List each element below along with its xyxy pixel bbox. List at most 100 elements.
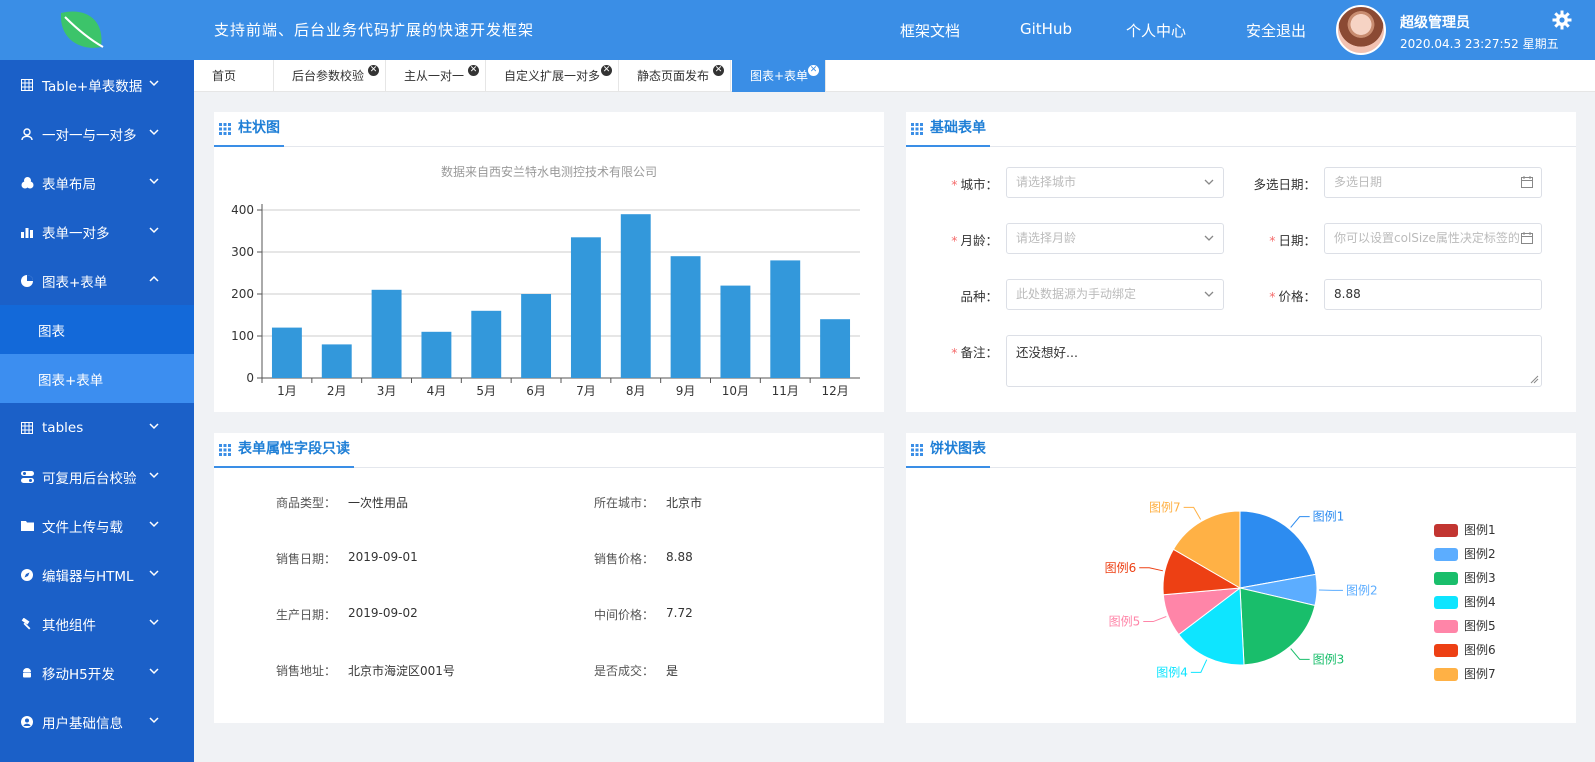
pie-chart-panel: 饼状图表 图例1 图例2 图例3 图例4 图例5 图例6 图例7 图例1 图例2 图例3 图例4 图…	[906, 433, 1576, 723]
header-slogan: 支持前端、后台业务代码扩展的快速开发框架	[214, 21, 535, 39]
x-tick-label: 8月	[626, 384, 646, 398]
pie-label-line	[1139, 567, 1164, 572]
ro-value: 8.88	[666, 550, 693, 564]
multi-date-picker[interactable]: 多选日期	[1324, 167, 1542, 198]
ro-value: 2019-09-01	[348, 550, 418, 564]
pie-slice-label: 图例3	[1313, 652, 1345, 666]
sidebar-item-chart-form[interactable]: 图表+表单	[0, 256, 194, 305]
sidebar-item-one-to-many[interactable]: 一对一与一对多	[0, 109, 194, 158]
legend-swatch	[1434, 620, 1458, 633]
sidebar-subitem-chart-form[interactable]: 图表+表单	[0, 354, 194, 403]
basic-form-panel: 基础表单 * 城市： 请选择城市 多选日期： 多选日期 * 月龄： 请选择月龄 * 日…	[906, 112, 1576, 412]
nav-docs-link[interactable]: 框架文档	[900, 20, 960, 41]
sidebar-item-label: Table+单表数据	[42, 78, 143, 95]
compass-icon	[20, 568, 34, 582]
city-label: * 城市：	[951, 177, 998, 192]
pie-label-line	[1290, 516, 1310, 528]
sidebar-item-form-layout[interactable]: 表单布局	[0, 158, 194, 207]
multi-date-label-text: 多选日期：	[1253, 177, 1316, 192]
gear-icon[interactable]	[1552, 10, 1572, 30]
close-icon[interactable]: ✕	[713, 65, 724, 76]
chevron-down-icon	[149, 423, 159, 430]
x-tick-label: 2月	[327, 384, 347, 398]
user-icon	[20, 127, 34, 141]
bar	[770, 260, 801, 378]
sidebar-item-table[interactable]: Table+单表数据	[0, 60, 194, 109]
tab-master-detail[interactable]: 主从一对一 ✕	[386, 60, 486, 92]
sidebar-item-validation[interactable]: 可复用后台校验	[0, 452, 194, 501]
bar	[670, 256, 701, 378]
ro-label: 销售日期：	[276, 552, 337, 566]
sidebar-subitem-chart[interactable]: 图表	[0, 305, 194, 354]
nav-logout-link[interactable]: 安全退出	[1246, 20, 1306, 41]
ro-label: 中间价格：	[594, 608, 655, 622]
chevron-down-icon	[149, 570, 159, 577]
tab-label: 静态页面发布	[637, 69, 710, 83]
sidebar-item-label: 其他组件	[42, 617, 96, 634]
x-tick-label: 3月	[377, 384, 397, 398]
resize-handle-icon[interactable]	[1530, 375, 1539, 384]
breed-select[interactable]: 此处数据源为手动绑定	[1006, 279, 1224, 310]
remark-label: * 备注：	[951, 345, 998, 360]
tab-custom-extension[interactable]: 自定义扩展一对多 ✕	[486, 60, 619, 92]
tab-home[interactable]: 首页	[194, 60, 274, 92]
date-picker[interactable]: 你可以设置colSize属性决定标签的	[1324, 223, 1542, 254]
bar-chart-panel: 柱状图 数据来自西安兰特水电测控技术有限公司 0 100 200 300 400 1月 2月…	[214, 112, 884, 412]
avatar[interactable]	[1336, 5, 1386, 55]
ro-label: 商品类型：	[276, 496, 337, 510]
ro-label: 所在城市：	[594, 496, 655, 510]
ro-value: 一次性用品	[348, 496, 409, 510]
bar	[521, 294, 552, 378]
nav-profile-link[interactable]: 个人中心	[1126, 20, 1186, 41]
close-icon[interactable]: ✕	[368, 65, 379, 76]
panel-title: 基础表单	[906, 112, 990, 147]
tab-label: 首页	[212, 69, 237, 83]
sidebar-item-form-one-to-many[interactable]: 表单一对多	[0, 207, 194, 256]
price-input[interactable]: 8.88	[1324, 279, 1542, 310]
sidebar-item-mobile[interactable]: 移动H5开发	[0, 648, 194, 697]
legend-swatch	[1434, 572, 1458, 585]
close-icon[interactable]: ✕	[808, 65, 819, 76]
breed-label: 品种：	[936, 286, 998, 305]
sidebar-item-tables[interactable]: tables	[0, 403, 194, 452]
city-placeholder: 请选择城市	[1016, 175, 1077, 189]
legend-swatch	[1434, 596, 1458, 609]
sidebar-item-other[interactable]: 其他组件	[0, 599, 194, 648]
tab-label: 自定义扩展一对多	[504, 69, 601, 83]
sidebar-item-user-info[interactable]: 用户基础信息	[0, 697, 194, 746]
sidebar-item-upload[interactable]: 文件上传与载	[0, 501, 194, 550]
bar	[720, 285, 751, 378]
ro-value: 7.72	[666, 606, 693, 620]
nav-github-link[interactable]: GitHub	[1020, 20, 1072, 38]
tab-bar: 首页 后台参数校验 ✕ 主从一对一 ✕ 自定义扩展一对多 ✕ 静态页面发布 ✕ …	[194, 60, 1595, 92]
user-datetime: 2020.04.3 23:27:52 星期五	[1400, 37, 1559, 51]
city-select[interactable]: 请选择城市	[1006, 167, 1224, 198]
sidebar-subitem-label: 图表+表单	[38, 372, 104, 389]
sidebar-item-editor[interactable]: 编辑器与HTML	[0, 550, 194, 599]
remark-textarea[interactable]: 还没想好...	[1006, 335, 1542, 387]
chevron-up-icon	[149, 275, 159, 282]
legend-label: 图例1	[1464, 523, 1496, 537]
bar	[271, 327, 302, 378]
bar-chart-icon	[20, 225, 34, 239]
legend-label: 图例4	[1464, 595, 1496, 609]
close-icon[interactable]: ✕	[468, 65, 479, 76]
chevron-down-icon	[149, 521, 159, 528]
age-select[interactable]: 请选择月龄	[1006, 223, 1224, 254]
ro-label: 销售地址：	[276, 664, 337, 678]
pie-slice-label: 图例2	[1346, 583, 1378, 597]
tab-chart-form[interactable]: 图表+表单 ✕	[732, 60, 826, 92]
pie-slice-label: 图例6	[1105, 561, 1137, 575]
tab-label: 主从一对一	[404, 69, 465, 83]
sidebar: Table+单表数据 一对一与一对多 表单布局 表单一对多 图表+表单 图表 图…	[0, 60, 194, 762]
legend-label: 图例5	[1464, 619, 1496, 633]
chevron-down-icon	[149, 129, 159, 136]
close-icon[interactable]: ✕	[601, 65, 612, 76]
sidebar-item-label: 图表+表单	[42, 274, 108, 291]
breed-placeholder: 此处数据源为手动绑定	[1016, 287, 1137, 301]
x-tick-label: 6月	[526, 384, 546, 398]
sidebar-item-label: 文件上传与载	[42, 519, 123, 536]
tab-param-validation[interactable]: 后台参数校验 ✕	[274, 60, 386, 92]
tab-static-page[interactable]: 静态页面发布 ✕	[619, 60, 731, 92]
x-tick-label: 10月	[722, 384, 749, 398]
